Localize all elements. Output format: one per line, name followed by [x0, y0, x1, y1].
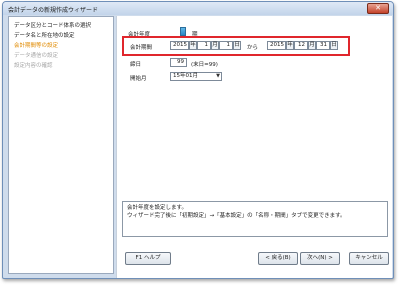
- start-month-select[interactable]: 15年01月 ▼: [170, 72, 222, 81]
- step-item-data-name: データ名と所在地の設定: [14, 33, 75, 39]
- fiscal-year-spinner[interactable]: [180, 27, 186, 36]
- start-day-unit: 日: [233, 41, 241, 50]
- description-box: 会計年度を設定します。 ウィザード完了後に「初期設定」→「基本設定」の「名称・期…: [122, 201, 388, 237]
- start-month-unit: 月: [211, 41, 219, 50]
- start-day-field[interactable]: 1: [219, 41, 233, 50]
- step-item-fiscal-period: 会計期間等の設定: [14, 43, 59, 49]
- end-day-field[interactable]: 31: [316, 41, 330, 50]
- closing-day-field[interactable]: 99: [170, 58, 187, 67]
- next-button[interactable]: 次へ(N) >: [300, 252, 340, 265]
- closing-day-label: 締日: [130, 62, 142, 68]
- wizard-steps-sidebar: データ区分とコード体系の選択 データ名と所在地の設定 会計期間等の設定 データ通…: [8, 16, 114, 274]
- closing-day-note: (末日=99): [191, 62, 218, 68]
- step-item-confirm: 設定内容の確認: [14, 63, 53, 69]
- period-label: 会計期間: [130, 45, 153, 51]
- end-month-unit: 月: [308, 41, 316, 50]
- from-label: から: [247, 45, 259, 51]
- end-day-unit: 日: [330, 41, 338, 50]
- wizard-window: 会計データの新規作成ウィザード ✕ データ区分とコード体系の選択 データ名と所在…: [2, 1, 394, 279]
- end-year-unit: 年: [286, 41, 294, 50]
- start-month-field[interactable]: 1: [197, 41, 211, 50]
- description-line-2: ウィザード完了後に「初期設定」→「基本設定」の「名称・期間」タブで変更できます。: [127, 213, 346, 219]
- close-button[interactable]: ✕: [367, 3, 389, 14]
- start-month-select-value: 15年01月: [173, 73, 198, 79]
- chevron-down-icon: ▼: [216, 73, 220, 79]
- end-year-field[interactable]: 2015: [267, 41, 286, 50]
- title-bar[interactable]: 会計データの新規作成ウィザード ✕: [3, 2, 393, 15]
- window-title: 会計データの新規作成ウィザード: [8, 7, 99, 14]
- step-item-data-category: データ区分とコード体系の選択: [14, 23, 92, 29]
- start-month-label: 開始月: [130, 76, 147, 82]
- start-year-unit: 年: [189, 41, 197, 50]
- end-month-field[interactable]: 12: [294, 41, 308, 50]
- start-year-field[interactable]: 2015: [170, 41, 189, 50]
- description-line-1: 会計年度を設定します。: [127, 205, 187, 211]
- back-button[interactable]: < 戻る(B): [258, 252, 298, 265]
- cancel-button[interactable]: キャンセル: [349, 252, 389, 265]
- step-item-communication: データ通信の設定: [14, 53, 59, 59]
- help-button[interactable]: F1 ヘルプ: [125, 252, 171, 265]
